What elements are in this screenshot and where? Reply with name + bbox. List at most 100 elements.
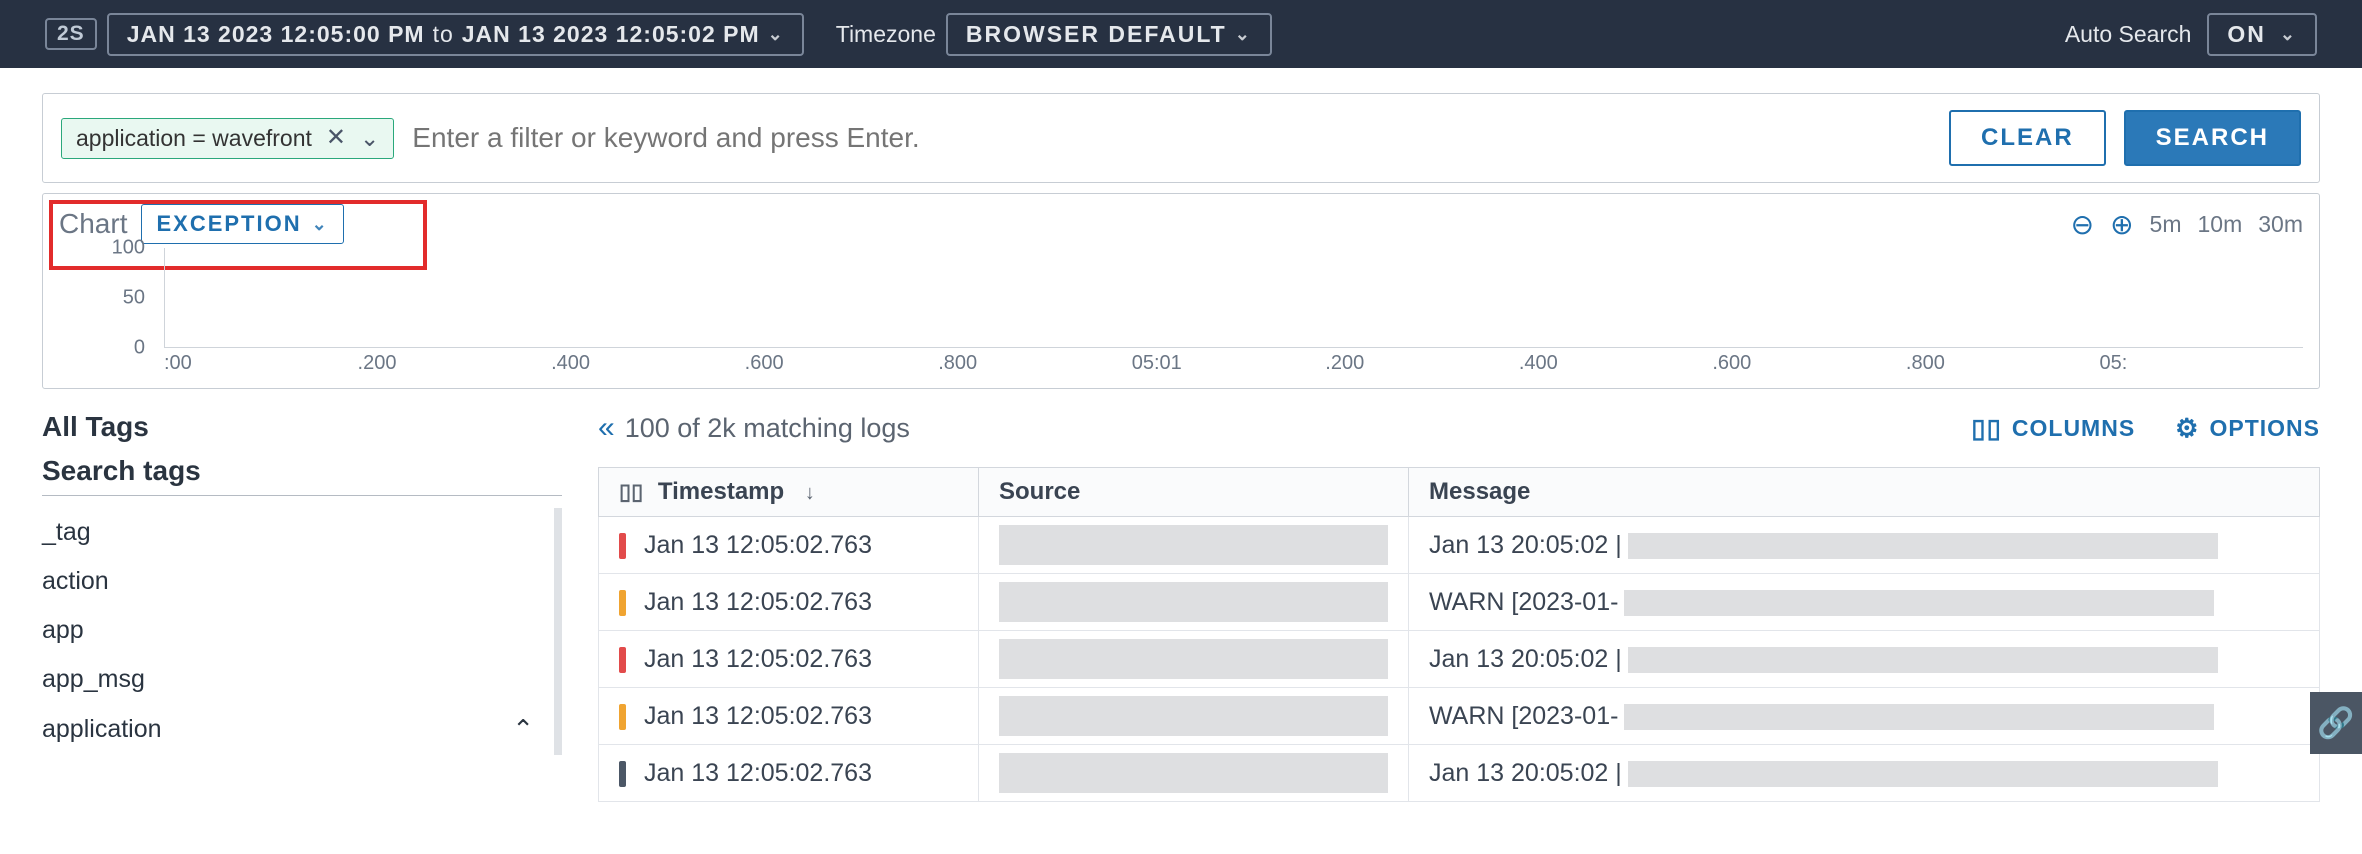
column-icon: ▯▯ xyxy=(619,479,643,504)
redacted-message xyxy=(1628,533,2218,559)
auto-search-value: ON xyxy=(2227,21,2266,48)
filter-chip-application[interactable]: application = wavefront ✕ ⌄ xyxy=(61,118,394,159)
chart-type-value: EXCEPTION xyxy=(156,211,301,237)
chevron-down-icon[interactable]: ⌄ xyxy=(360,125,379,152)
chart-range-presets: 5m 10m 30m xyxy=(2150,211,2303,238)
header-timestamp[interactable]: ▯▯ Timestamp ↓ xyxy=(599,468,979,517)
options-label: OPTIONS xyxy=(2209,415,2320,442)
zoom-in-icon[interactable]: ⊕ xyxy=(2110,208,2133,241)
auto-search-toggle[interactable]: ON ⌄ xyxy=(2207,13,2317,56)
lower-area: All Tags Search tags _tagactionappapp_ms… xyxy=(42,411,2320,802)
table-row[interactable]: Jan 13 12:05:02.763Jan 13 20:05:02 | xyxy=(599,631,2320,688)
severity-grey-icon xyxy=(619,761,626,787)
tags-panel: All Tags Search tags _tagactionappapp_ms… xyxy=(42,411,562,802)
x-tick: .600 xyxy=(745,352,939,378)
gear-icon: ⚙ xyxy=(2175,413,2199,444)
redacted-message xyxy=(1628,761,2218,787)
filter-input[interactable] xyxy=(412,122,1931,154)
range-5m[interactable]: 5m xyxy=(2150,211,2182,238)
chevron-up-icon: ⌃ xyxy=(512,714,534,745)
redacted-message xyxy=(1624,590,2214,616)
result-count: 100 of 2k matching logs xyxy=(625,413,910,444)
search-button[interactable]: SEARCH xyxy=(2124,110,2301,166)
filter-chip-text: application = wavefront xyxy=(76,125,312,152)
collapse-icon[interactable]: « xyxy=(598,411,609,445)
all-tags-heading: All Tags xyxy=(42,411,562,443)
redacted-source xyxy=(999,525,1388,565)
columns-button[interactable]: ▯▯ COLUMNS xyxy=(1971,413,2135,444)
header-message[interactable]: Message xyxy=(1409,468,2320,517)
severity-orange-icon xyxy=(619,590,626,616)
tag-item-app_msg[interactable]: app_msg xyxy=(42,655,534,704)
redacted-message xyxy=(1624,704,2214,730)
chevron-down-icon: ⌄ xyxy=(2280,24,2297,45)
redacted-source xyxy=(999,582,1388,622)
chart-plot[interactable] xyxy=(164,248,2303,348)
link-icon: 🔗 xyxy=(2317,706,2354,741)
x-tick: :00 xyxy=(164,352,358,378)
chevron-down-icon: ⌄ xyxy=(768,24,784,45)
y-tick: 100 xyxy=(112,237,145,260)
chevron-down-icon: ⌄ xyxy=(1235,24,1252,45)
x-tick: .200 xyxy=(358,352,552,378)
table-row[interactable]: Jan 13 12:05:02.763WARN [2023-01- xyxy=(599,688,2320,745)
timezone-select[interactable]: BROWSER DEFAULT ⌄ xyxy=(946,13,1272,56)
range-to: to xyxy=(433,21,454,48)
range-end: JAN 13 2023 12:05:02 PM xyxy=(462,21,760,48)
duration-badge[interactable]: 2S xyxy=(45,18,97,50)
results-panel: « 100 of 2k matching logs ▯▯ COLUMNS ⚙ O… xyxy=(598,411,2320,802)
y-axis: 100 50 0 xyxy=(59,248,149,348)
clear-button[interactable]: CLEAR xyxy=(1949,110,2106,166)
auto-search-label: Auto Search xyxy=(2065,21,2192,48)
header-source[interactable]: Source xyxy=(979,468,1409,517)
x-tick: .400 xyxy=(1519,352,1713,378)
y-tick: 0 xyxy=(134,337,145,360)
severity-orange-icon xyxy=(619,704,626,730)
table-row[interactable]: Jan 13 12:05:02.763Jan 13 20:05:02 | xyxy=(599,745,2320,802)
chart-title: Chart xyxy=(59,208,127,240)
x-tick: 05: xyxy=(2099,352,2293,378)
x-tick: 05:01 xyxy=(1132,352,1326,378)
sort-down-icon: ↓ xyxy=(805,482,815,504)
range-start: JAN 13 2023 12:05:00 PM xyxy=(127,21,425,48)
severity-red-icon xyxy=(619,533,626,559)
tag-item-application[interactable]: application⌃ xyxy=(42,704,534,755)
table-row[interactable]: Jan 13 12:05:02.763Jan 13 20:05:02 | xyxy=(599,517,2320,574)
x-axis: :00.200.400.600.80005:01.200.400.600.800… xyxy=(164,352,2293,378)
logs-table: ▯▯ Timestamp ↓ Source Message Jan 13 12:… xyxy=(598,467,2320,802)
timezone-label: Timezone xyxy=(836,21,936,48)
range-30m[interactable]: 30m xyxy=(2258,211,2303,238)
filter-bar: application = wavefront ✕ ⌄ CLEAR SEARCH xyxy=(42,93,2320,183)
x-tick: .600 xyxy=(1712,352,1906,378)
tag-list: _tagactionappapp_msgapplication⌃ xyxy=(42,508,562,755)
redacted-source xyxy=(999,639,1388,679)
search-tags-label: Search tags xyxy=(42,455,562,487)
chart-panel: Chart EXCEPTION ⌄ ⊖ ⊕ 5m 10m 30m 100 50 … xyxy=(42,193,2320,389)
x-tick: .800 xyxy=(1906,352,2100,378)
redacted-message xyxy=(1628,647,2218,673)
chart-body[interactable]: 100 50 0 :00.200.400.600.80005:01.200.40… xyxy=(59,248,2303,378)
severity-red-icon xyxy=(619,647,626,673)
share-link-button[interactable]: 🔗 xyxy=(2310,692,2362,754)
close-icon[interactable]: ✕ xyxy=(326,126,346,150)
redacted-source xyxy=(999,753,1388,793)
timezone-value: BROWSER DEFAULT xyxy=(966,21,1227,48)
columns-label: COLUMNS xyxy=(2012,415,2135,442)
tag-item-action[interactable]: action xyxy=(42,557,534,606)
x-tick: .200 xyxy=(1325,352,1519,378)
search-tags-input[interactable] xyxy=(42,495,562,496)
columns-icon: ▯▯ xyxy=(1971,413,2002,444)
range-10m[interactable]: 10m xyxy=(2198,211,2243,238)
zoom-out-icon[interactable]: ⊖ xyxy=(2071,208,2094,241)
topbar: 2S JAN 13 2023 12:05:00 PM to JAN 13 202… xyxy=(0,0,2362,68)
y-tick: 50 xyxy=(123,287,145,310)
chart-type-dropdown[interactable]: EXCEPTION ⌄ xyxy=(141,204,343,244)
options-button[interactable]: ⚙ OPTIONS xyxy=(2175,413,2320,444)
tag-item-app[interactable]: app xyxy=(42,606,534,655)
time-range-selector[interactable]: JAN 13 2023 12:05:00 PM to JAN 13 2023 1… xyxy=(107,13,804,56)
tag-item-_tag[interactable]: _tag xyxy=(42,508,534,557)
chevron-down-icon: ⌄ xyxy=(312,214,329,235)
x-tick: .800 xyxy=(938,352,1132,378)
x-tick: .400 xyxy=(551,352,745,378)
table-row[interactable]: Jan 13 12:05:02.763WARN [2023-01- xyxy=(599,574,2320,631)
